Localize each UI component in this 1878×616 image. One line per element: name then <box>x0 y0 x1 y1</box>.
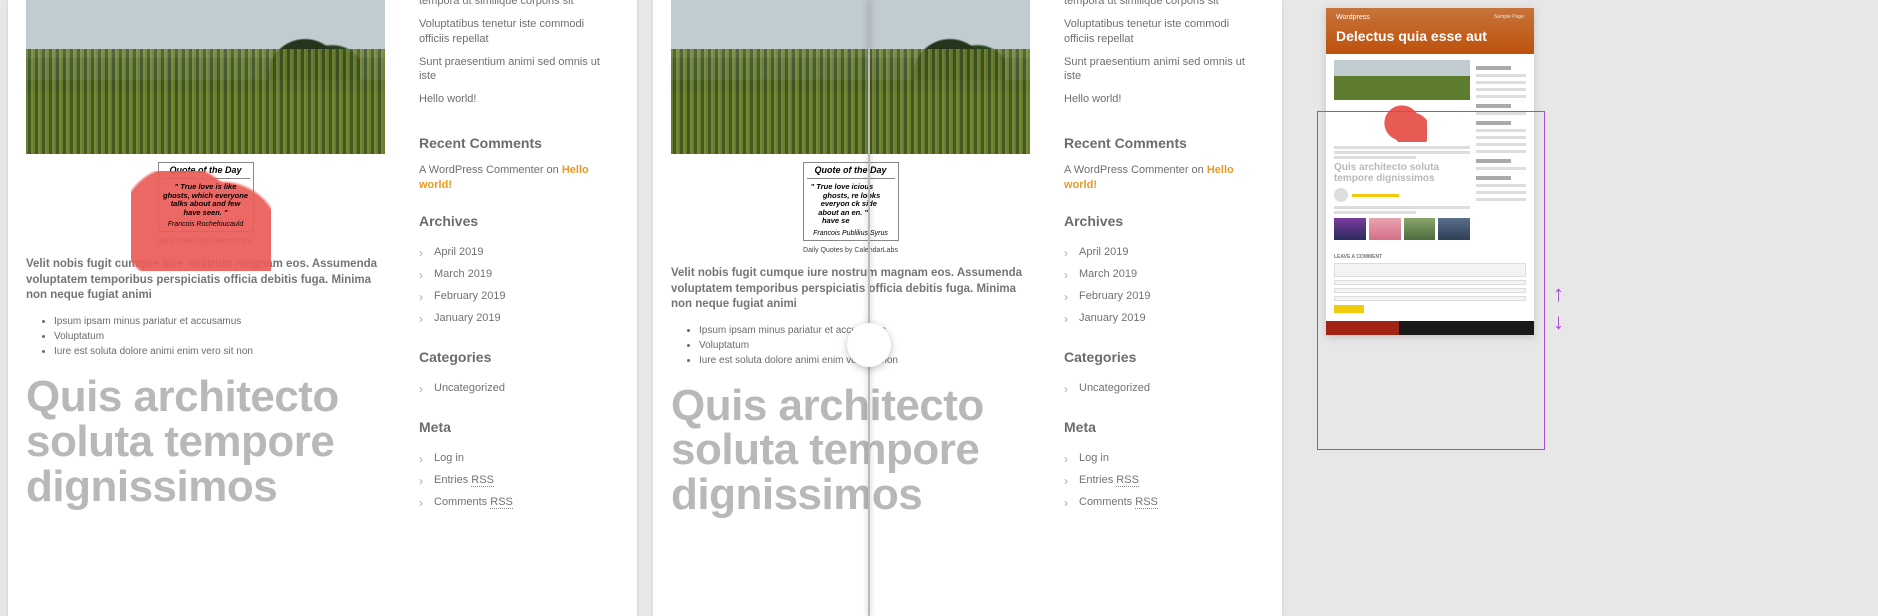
thumb-body: Quis architecto soluta tempore dignissim… <box>1326 54 1534 250</box>
thumb-hero-image <box>1334 60 1470 100</box>
quote-title: Quote of the Day <box>162 166 250 179</box>
quote-title: Quote of the Day <box>807 166 895 179</box>
quote-caption: Daily Quotes by CalendarLabs <box>26 238 385 245</box>
post-bullet-list: Ipsum ipsam minus pariatur et accusamus … <box>26 316 385 361</box>
main-column: Quote of the Day " True love is like gho… <box>8 0 403 616</box>
meta-heading: Meta <box>419 419 612 435</box>
preview-pane-left: Quote of the Day " True love is like gho… <box>0 0 645 616</box>
archives-heading: Archives <box>419 213 612 229</box>
meta-link[interactable]: Log in <box>1064 447 1257 469</box>
preview-canvas-left: Quote of the Day " True love is like gho… <box>8 0 637 616</box>
sidebar: tempora ut similique corporis sit Volupt… <box>1048 0 1273 616</box>
viewport-nav: ↑ ↓ <box>1553 283 1564 333</box>
avatar-icon <box>1334 188 1348 202</box>
recent-comment: A WordPress Commenter on Hello world! <box>1064 163 1257 193</box>
compare-slider[interactable] <box>868 0 870 616</box>
thumb-sidebar <box>1476 60 1526 244</box>
archives-heading: Archives <box>1064 213 1257 229</box>
meta-heading: Meta <box>1064 419 1257 435</box>
thumb-hero: Wordpress Sample Page Delectus quia esse… <box>1326 8 1534 54</box>
recent-post-link[interactable]: tempora ut similique corporis sit <box>1064 0 1257 9</box>
meta-link[interactable]: Entries RSS <box>1064 469 1257 491</box>
post-bullet: Voluptatum <box>54 331 385 342</box>
category-link[interactable]: Uncategorized <box>1064 377 1257 399</box>
archive-link[interactable]: April 2019 <box>1064 241 1257 263</box>
quote-body-right-half: iciousre looksck sideen. " <box>851 182 895 219</box>
quote-caption: Daily Quotes by CalendarLabs <box>671 247 1030 254</box>
recent-posts-tail: tempora ut similique corporis sit Volupt… <box>1064 0 1257 107</box>
archive-link[interactable]: March 2019 <box>1064 263 1257 285</box>
recent-comments-heading: Recent Comments <box>1064 135 1257 151</box>
post-hero-image <box>671 0 1030 154</box>
post-title[interactable]: Quis architecto soluta tempore dignissim… <box>671 384 1030 519</box>
preview-canvas-right: Quote of the Day " True loveghosts,every… <box>653 0 1282 616</box>
meta-list: Log in Entries RSS Comments RSS <box>1064 447 1257 513</box>
compare-slider-knob[interactable] <box>847 323 891 367</box>
categories-heading: Categories <box>419 349 612 365</box>
category-link[interactable]: Uncategorized <box>419 377 612 399</box>
archive-link[interactable]: February 2019 <box>419 285 612 307</box>
archive-link[interactable]: February 2019 <box>1064 285 1257 307</box>
categories-list: Uncategorized <box>1064 377 1257 399</box>
thumb-nav: Sample Page <box>1494 14 1524 21</box>
archive-link[interactable]: April 2019 <box>419 241 612 263</box>
recent-comment: A WordPress Commenter on Hello world! <box>419 163 612 193</box>
thumbnail-pane: Wordpress Sample Page Delectus quia esse… <box>1290 0 1570 616</box>
recent-post-link[interactable]: Voluptatibus tenetur iste commodi offici… <box>419 17 612 47</box>
archive-link[interactable]: January 2019 <box>419 307 612 329</box>
meta-link[interactable]: Comments RSS <box>419 491 612 513</box>
meta-link[interactable]: Comments RSS <box>1064 491 1257 513</box>
archives-list: April 2019 March 2019 February 2019 Janu… <box>1064 241 1257 329</box>
quote-body-left-half: " True loveghosts,everyonabout anhave se <box>807 182 851 227</box>
thumb-post-title: Quis architecto soluta tempore dignissim… <box>1334 163 1470 184</box>
thumb-form-label: LEAVE A COMMENT <box>1334 254 1526 260</box>
post-bullet: Ipsum ipsam minus pariatur et accusamus <box>54 316 385 327</box>
quote-author: Francois Publilius Syrus <box>807 227 895 237</box>
recent-post-link[interactable]: Hello world! <box>1064 92 1257 107</box>
thumb-submit-button <box>1334 305 1364 313</box>
recent-posts-tail: tempora ut similique corporis sit Volupt… <box>419 0 612 107</box>
recent-post-link[interactable]: Sunt praesentium animi sed omnis ut iste <box>419 55 612 85</box>
post-title[interactable]: Quis architecto soluta tempore dignissim… <box>26 375 385 510</box>
main-column: Quote of the Day " True loveghosts,every… <box>653 0 1048 616</box>
meta-list: Log in Entries RSS Comments RSS <box>419 447 612 513</box>
thumb-brand: Wordpress <box>1336 14 1370 21</box>
meta-link[interactable]: Log in <box>419 447 612 469</box>
recent-post-link[interactable]: Voluptatibus tenetur iste commodi offici… <box>1064 17 1257 47</box>
thumb-footer <box>1326 321 1534 335</box>
post-excerpt: Velit nobis fugit cumque iure nostrum ma… <box>26 257 385 304</box>
viewport-up-button[interactable]: ↑ <box>1553 283 1564 305</box>
archive-link[interactable]: January 2019 <box>1064 307 1257 329</box>
recent-comments-heading: Recent Comments <box>419 135 612 151</box>
post-bullet: Iure est soluta dolore animi enim vero s… <box>54 346 385 357</box>
thumb-hero-title: Delectus quia esse aut <box>1336 29 1524 44</box>
archives-list: April 2019 March 2019 February 2019 Janu… <box>419 241 612 329</box>
quote-of-day-widget: Quote of the Day " True loveghosts,every… <box>803 162 899 241</box>
full-page-thumbnail[interactable]: Wordpress Sample Page Delectus quia esse… <box>1326 8 1534 335</box>
post-excerpt: Velit nobis fugit cumque iure nostrum ma… <box>671 266 1030 313</box>
recent-post-link[interactable]: Sunt praesentium animi sed omnis ut iste <box>1064 55 1257 85</box>
meta-link[interactable]: Entries RSS <box>419 469 612 491</box>
thumb-diff-highlight <box>1377 104 1427 142</box>
archive-link[interactable]: March 2019 <box>419 263 612 285</box>
recent-post-link[interactable]: tempora ut similique corporis sit <box>419 0 612 9</box>
preview-pane-right: Quote of the Day " True loveghosts,every… <box>645 0 1290 616</box>
quote-of-day-widget: Quote of the Day " True love is like gho… <box>158 162 254 232</box>
categories-list: Uncategorized <box>419 377 612 399</box>
viewport-down-button[interactable]: ↓ <box>1553 311 1564 333</box>
sidebar: tempora ut similique corporis sit Volupt… <box>403 0 628 616</box>
thumb-gallery <box>1334 218 1470 240</box>
recent-comment-prefix: A WordPress Commenter on <box>1064 164 1207 176</box>
categories-heading: Categories <box>1064 349 1257 365</box>
quote-body: " True love is like ghosts, which everyo… <box>162 182 250 219</box>
recent-post-link[interactable]: Hello world! <box>419 92 612 107</box>
post-hero-image <box>26 0 385 154</box>
quote-author: Francois Rochefoucauld <box>162 218 250 228</box>
thumb-comment-form: LEAVE A COMMENT <box>1326 250 1534 321</box>
recent-comment-prefix: A WordPress Commenter on <box>419 164 562 176</box>
